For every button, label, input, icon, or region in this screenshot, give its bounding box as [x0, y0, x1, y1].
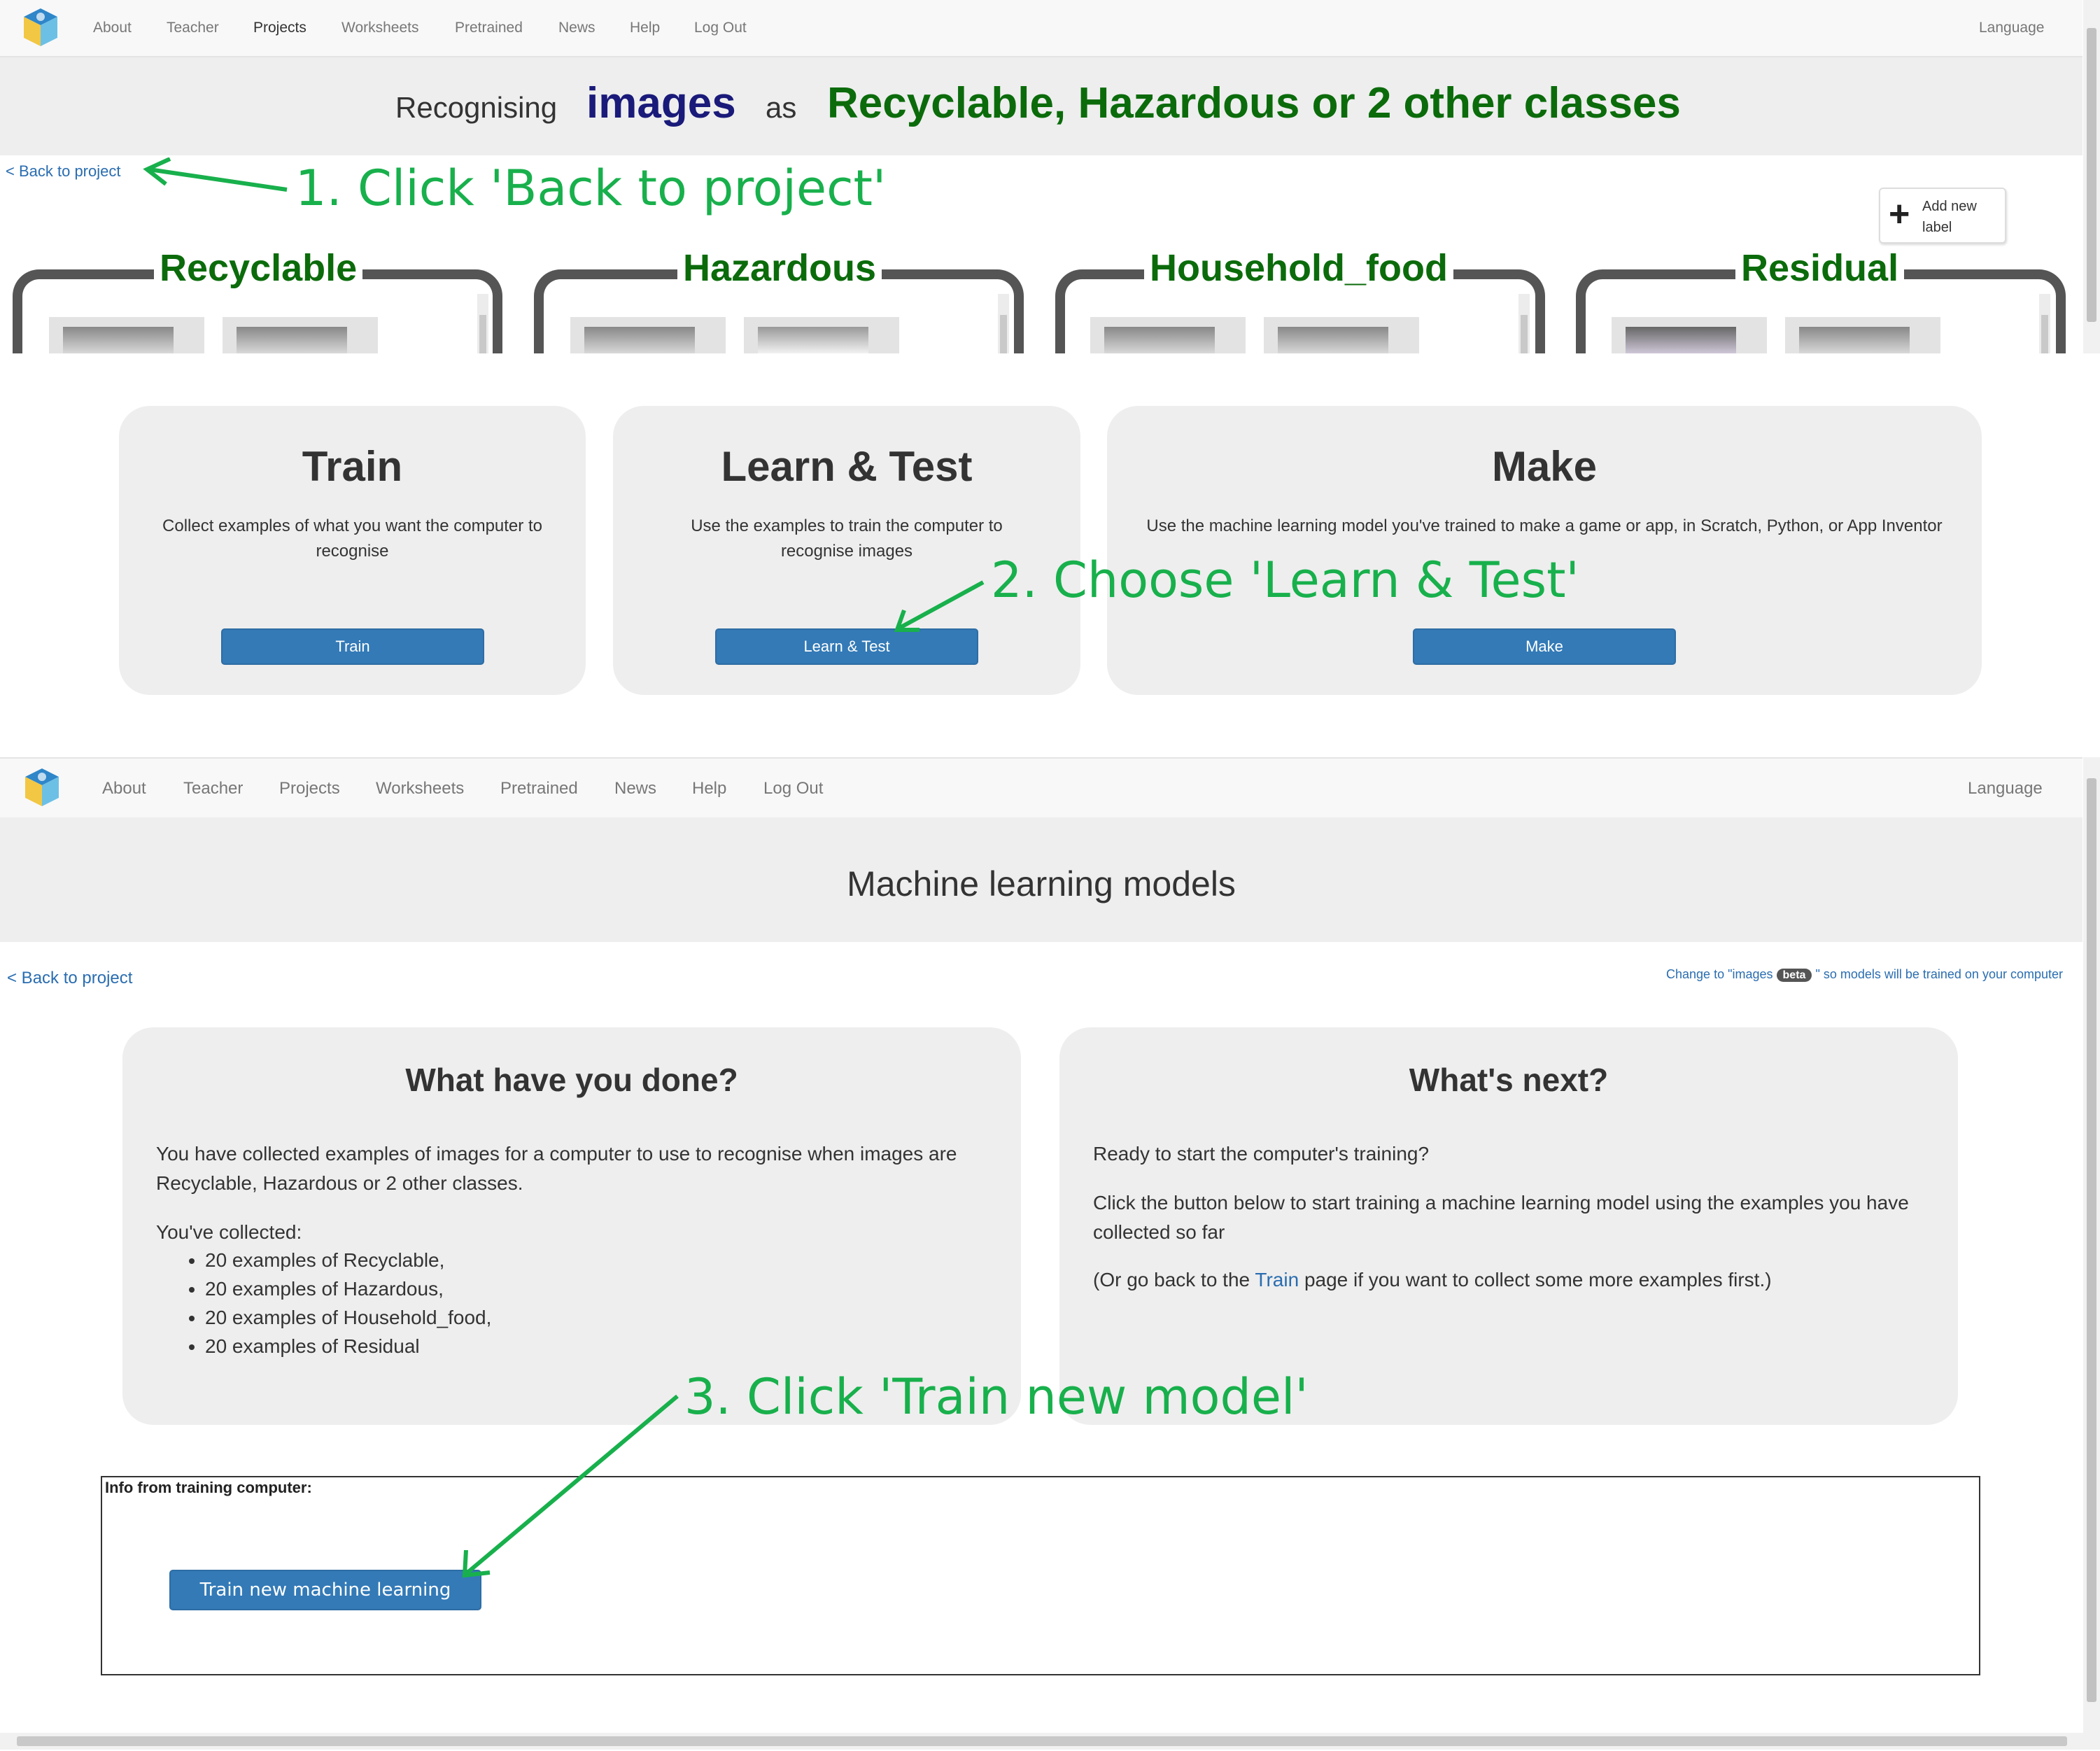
plus-icon: +	[1889, 194, 1910, 234]
make-card-description: Use the machine learning model you've tr…	[1146, 516, 1943, 535]
collected-list: 20 examples of Recyclable, 20 examples o…	[156, 1246, 491, 1360]
example-image-thumbnail[interactable]	[1612, 317, 1767, 353]
nav-logout[interactable]: Log Out	[694, 20, 747, 36]
back-to-project-link-bottom[interactable]: < Back to project	[7, 969, 132, 988]
nav-teacher[interactable]: Teacher	[167, 20, 219, 36]
learn-test-card-title: Learn & Test	[721, 443, 973, 490]
collected-heading: You've collected:	[156, 1221, 302, 1243]
change-note-prefix: Change to "images	[1666, 967, 1773, 981]
models-title-banner: Machine learning models	[0, 817, 2083, 942]
title-prefix: Recognising	[395, 91, 558, 124]
goback-suffix: page if you want to collect some more ex…	[1304, 1269, 1772, 1291]
nav-help[interactable]: Help	[630, 20, 660, 36]
top-vertical-scrollbar[interactable]	[2083, 0, 2100, 353]
train-new-model-button[interactable]: Train new machine learning model	[169, 1570, 481, 1638]
nav-about[interactable]: About	[93, 20, 132, 36]
beta-badge: beta	[1776, 969, 1812, 982]
example-image-thumbnail[interactable]	[570, 317, 726, 353]
annotation-arrow-3	[462, 1394, 679, 1578]
nav-projects[interactable]: Projects	[253, 20, 306, 36]
label-title-household-food: Household_food	[1144, 246, 1453, 290]
train-card: Train Collect examples of what you want …	[119, 406, 586, 695]
example-image-thumbnail[interactable]	[1785, 317, 1940, 353]
list-item: 20 examples of Household_food,	[205, 1303, 491, 1332]
example-image-thumbnail[interactable]	[49, 317, 204, 353]
done-card-title: What have you done?	[405, 1062, 738, 1098]
label-title-recyclable: Recyclable	[154, 246, 363, 290]
nav-logout[interactable]: Log Out	[763, 779, 823, 799]
list-item: 20 examples of Residual	[205, 1332, 491, 1360]
annotation-step-1: 1. Click 'Back to project'	[295, 160, 887, 217]
next-goback-text: (Or go back to the Train page if you wan…	[1093, 1265, 1924, 1295]
example-image-thumbnail[interactable]	[1264, 317, 1419, 353]
annotation-arrow-2	[894, 580, 985, 632]
list-item: 20 examples of Recyclable,	[205, 1246, 491, 1274]
add-new-label-button[interactable]: + Add new label	[1879, 188, 2006, 244]
title-as: as	[766, 91, 797, 124]
ml4k-logo-icon[interactable]	[22, 767, 62, 808]
title-classes: Recyclable, Hazardous or 2 other classes	[827, 79, 1681, 127]
annotation-step-3: 3. Click 'Train new model'	[684, 1368, 1309, 1426]
make-card: Make Use the machine learning model you'…	[1107, 406, 1982, 695]
annotation-step-2: 2. Choose 'Learn & Test'	[991, 551, 1579, 609]
bottom-vertical-scrollbar[interactable]	[2083, 757, 2100, 1734]
label-title-hazardous: Hazardous	[677, 246, 882, 290]
make-card-title: Make	[1491, 443, 1598, 490]
example-image-thumbnail[interactable]	[223, 317, 378, 353]
label-title-residual: Residual	[1735, 246, 1905, 290]
list-item: 20 examples of Hazardous,	[205, 1274, 491, 1303]
done-card-text: You have collected examples of images fo…	[156, 1143, 957, 1194]
what-have-you-done-card: What have you done? You have collected e…	[122, 1027, 1021, 1425]
nav-language[interactable]: Language	[1979, 20, 2044, 36]
nav-language[interactable]: Language	[1968, 779, 2043, 799]
next-ready-text: Ready to start the computer's training?	[1093, 1143, 1430, 1165]
label-scrollbar[interactable]	[998, 294, 1009, 353]
train-card-description: Collect examples of what you want the co…	[162, 516, 542, 561]
nav-pretrained[interactable]: Pretrained	[500, 779, 578, 799]
horizontal-scrollbar[interactable]	[0, 1733, 2100, 1750]
nav-worksheets[interactable]: Worksheets	[341, 20, 419, 36]
project-title-banner: Recognising images as Recyclable, Hazard…	[0, 57, 2083, 155]
train-button[interactable]: Train	[221, 628, 484, 665]
learn-test-card: Learn & Test Use the examples to train t…	[613, 406, 1080, 695]
bottom-navbar: About Teacher Projects Worksheets Pretra…	[0, 757, 2083, 819]
nav-about[interactable]: About	[102, 779, 146, 799]
make-button[interactable]: Make	[1413, 628, 1676, 665]
change-to-local-training-note[interactable]: Change to "images beta " so models will …	[1666, 967, 2063, 982]
nav-help[interactable]: Help	[692, 779, 726, 799]
label-scrollbar[interactable]	[2039, 294, 2050, 353]
annotation-arrow-1	[143, 157, 288, 192]
nav-news[interactable]: News	[614, 779, 656, 799]
next-click-text: Click the button below to start training…	[1093, 1192, 1909, 1243]
goback-prefix: (Or go back to the	[1093, 1269, 1250, 1291]
add-new-label-text: Add new label	[1922, 199, 1977, 235]
title-type: images	[586, 79, 736, 127]
label-scrollbar[interactable]	[1518, 294, 1530, 353]
train-page-link[interactable]: Train	[1255, 1269, 1299, 1291]
page-title: Machine learning models	[847, 864, 1236, 903]
ml4k-logo-icon[interactable]	[21, 7, 60, 48]
back-to-project-link-top[interactable]: < Back to project	[6, 162, 120, 181]
nav-pretrained[interactable]: Pretrained	[455, 20, 523, 36]
nav-teacher[interactable]: Teacher	[183, 779, 243, 799]
nav-worksheets[interactable]: Worksheets	[376, 779, 464, 799]
top-navbar: About Teacher Projects Worksheets Pretra…	[0, 0, 2083, 57]
next-card-title: What's next?	[1409, 1062, 1609, 1098]
train-card-title: Train	[302, 443, 403, 490]
info-label: Info from training computer:	[105, 1479, 312, 1496]
whats-next-card: What's next? Ready to start the computer…	[1059, 1027, 1958, 1425]
nav-projects[interactable]: Projects	[279, 779, 340, 799]
example-image-thumbnail[interactable]	[1090, 317, 1246, 353]
label-scrollbar[interactable]	[477, 294, 488, 353]
training-info-box: Info from training computer: Train new m…	[101, 1476, 1980, 1675]
nav-news[interactable]: News	[558, 20, 596, 36]
change-note-suffix: " so models will be trained on your comp…	[1815, 967, 2063, 981]
learn-test-card-description: Use the examples to train the computer t…	[691, 516, 1003, 561]
example-image-thumbnail[interactable]	[744, 317, 899, 353]
